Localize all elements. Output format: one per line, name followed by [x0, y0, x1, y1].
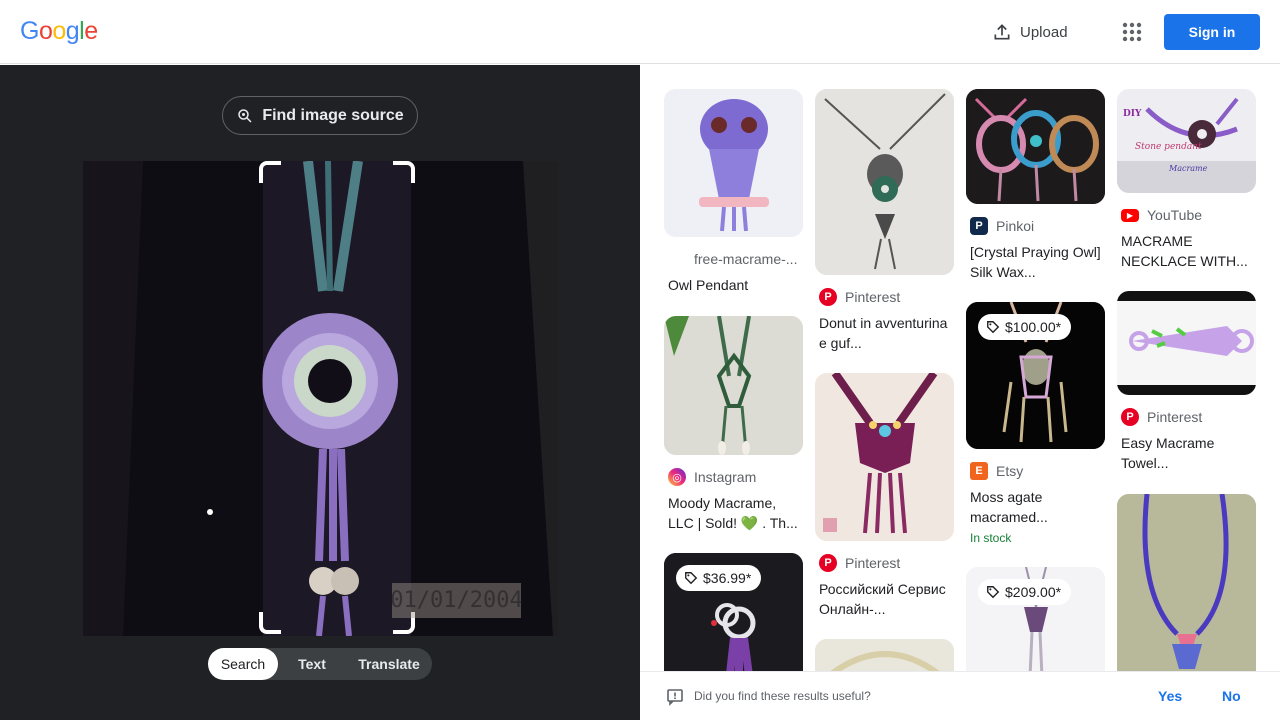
price-tag-icon — [987, 586, 1000, 599]
price-tag-icon — [685, 572, 698, 585]
result-source-name: YouTube — [1147, 207, 1203, 223]
pinterest-icon: P — [819, 288, 837, 306]
feedback-no-button[interactable]: No — [1222, 688, 1241, 704]
upload-icon — [994, 24, 1010, 40]
result-thumbnail[interactable] — [664, 89, 803, 237]
logo-letter: o — [52, 17, 66, 45]
price-chip: $36.99* — [676, 565, 762, 591]
upload-label: Upload — [1020, 23, 1068, 41]
result-source-name: Etsy — [996, 463, 1024, 479]
result-source: P Pinterest — [815, 287, 954, 307]
result-title[interactable]: [Crystal Praying Owl] Silk Wax... — [966, 242, 1105, 282]
query-image[interactable]: 01/01/2004 — [83, 161, 558, 636]
lens-search-icon — [238, 108, 252, 123]
result-source: ▶ YouTube — [1117, 205, 1256, 225]
mode-translate-tab[interactable]: Translate — [346, 648, 432, 680]
thumb-text-macrame: Macrame — [1168, 164, 1208, 173]
result-source-name: Instagram — [694, 469, 757, 485]
result-card[interactable] — [1117, 494, 1256, 671]
result-card[interactable]: P Pinkoi [Crystal Praying Owl] Silk Wax.… — [966, 89, 1105, 282]
result-title[interactable]: Российский Сервис Онлайн-... — [815, 579, 954, 619]
result-source: free-macrame-... — [694, 251, 798, 267]
top-bar: Google Upload Sign in — [0, 0, 1280, 64]
thumb-text-diy: DIY — [1123, 109, 1142, 119]
logo-letter: o — [38, 17, 53, 45]
thumb-text-stone: Stone pendant — [1135, 142, 1202, 152]
crop-handle-top-right[interactable] — [393, 161, 415, 183]
logo-letter: g — [65, 17, 80, 45]
in-stock-label: In stock — [970, 531, 1012, 545]
result-title[interactable]: MACRAME NECKLACE WITH... — [1117, 231, 1256, 271]
result-card[interactable]: $100.00* E Etsy Moss agate macramed... I… — [966, 302, 1105, 545]
result-source-name: Pinterest — [845, 555, 901, 571]
result-card[interactable]: P Pinterest Donut in avventurina e guf..… — [815, 89, 954, 353]
youtube-icon: ▶ — [1121, 208, 1139, 222]
result-thumbnail[interactable] — [815, 639, 954, 671]
result-card[interactable]: P Pinterest Easy Macrame Towel... — [1117, 291, 1256, 473]
result-thumbnail[interactable] — [815, 89, 954, 275]
google-logo[interactable]: Google — [20, 17, 98, 46]
logo-letter: e — [84, 17, 98, 45]
result-source: P Pinterest — [1117, 407, 1256, 427]
result-card[interactable]: P Pinterest Российский Сервис Онлайн-... — [815, 373, 954, 619]
result-thumbnail[interactable]: $100.00* — [966, 302, 1105, 449]
cursor-dot — [207, 509, 213, 515]
result-card[interactable]: $209.00* — [966, 567, 1105, 671]
pinterest-icon: P — [819, 554, 837, 572]
result-card[interactable]: $36.99* — [664, 553, 803, 671]
result-title[interactable]: Owl Pendant — [664, 275, 803, 295]
feedback-yes-button[interactable]: Yes — [1158, 688, 1182, 704]
result-card[interactable]: DIY Stone pendant Macrame ▶ YouTube MACRAM… — [1117, 89, 1256, 271]
price-value: $36.99* — [703, 570, 752, 586]
price-chip: $209.00* — [978, 579, 1072, 605]
instagram-icon: ◎ — [668, 468, 686, 486]
result-source: P Pinterest — [815, 553, 954, 573]
sign-in-button[interactable]: Sign in — [1164, 14, 1260, 50]
result-source-name: Pinterest — [1147, 409, 1203, 425]
result-thumbnail[interactable]: $36.99* — [664, 553, 803, 671]
feedback-icon — [667, 689, 683, 706]
feedback-question: Did you find these results useful? — [694, 689, 871, 703]
price-tag-icon — [987, 321, 1000, 334]
result-source-name: Pinkoi — [996, 218, 1035, 234]
result-source-name: Pinterest — [845, 289, 901, 305]
result-title[interactable]: Donut in avventurina e guf... — [815, 313, 954, 353]
etsy-icon: E — [970, 462, 988, 480]
upload-button[interactable]: Upload — [992, 20, 1068, 44]
crop-handle-bottom-left[interactable] — [259, 612, 281, 634]
pinterest-icon: P — [1121, 408, 1139, 426]
find-image-source-label: Find image source — [262, 106, 404, 124]
pinkoi-icon: P — [970, 217, 988, 235]
result-thumbnail[interactable] — [1117, 494, 1256, 671]
image-viewer-panel: Find image source 01/01/2004 Search Text… — [0, 65, 640, 720]
result-card[interactable]: free-macrame-... Owl Pendant — [664, 89, 803, 295]
mode-switcher: Search Text Translate — [208, 648, 432, 680]
find-image-source-button[interactable]: Find image source — [222, 96, 418, 135]
logo-letter: G — [20, 17, 39, 45]
result-thumbnail[interactable] — [966, 89, 1105, 204]
crop-handle-top-left[interactable] — [259, 161, 281, 183]
result-title[interactable]: Easy Macrame Towel... — [1117, 433, 1256, 473]
photo-datestamp: 01/01/2004 — [390, 583, 523, 618]
result-source: ◎ Instagram — [664, 467, 803, 487]
results-feedback-bar: Did you find these results useful? Yes N… — [640, 671, 1280, 720]
result-card[interactable]: ◎ Instagram Moody Macrame, LLC | Sold! 💚… — [664, 316, 803, 533]
result-thumbnail[interactable] — [664, 316, 803, 455]
result-source: P Pinkoi — [966, 216, 1105, 236]
visual-matches-grid: free-macrame-... Owl Pendant ◎ Instagram… — [640, 65, 1280, 671]
result-thumbnail[interactable]: DIY Stone pendant Macrame — [1117, 89, 1256, 193]
result-thumbnail[interactable] — [815, 373, 954, 541]
price-value: $100.00* — [1005, 319, 1062, 335]
result-thumbnail[interactable]: $209.00* — [966, 567, 1105, 671]
result-card[interactable] — [815, 639, 954, 671]
result-title[interactable]: Moody Macrame, LLC | Sold! 💚 . Th... — [664, 493, 803, 533]
mode-search-tab[interactable]: Search — [208, 648, 278, 680]
apps-grid-icon[interactable] — [1120, 20, 1144, 44]
result-source: E Etsy — [966, 461, 1105, 481]
result-title[interactable]: Moss agate macramed... — [966, 487, 1105, 527]
mode-text-tab[interactable]: Text — [278, 648, 346, 680]
price-chip: $100.00* — [978, 314, 1072, 340]
result-thumbnail[interactable] — [1117, 291, 1256, 395]
price-value: $209.00* — [1005, 584, 1062, 600]
